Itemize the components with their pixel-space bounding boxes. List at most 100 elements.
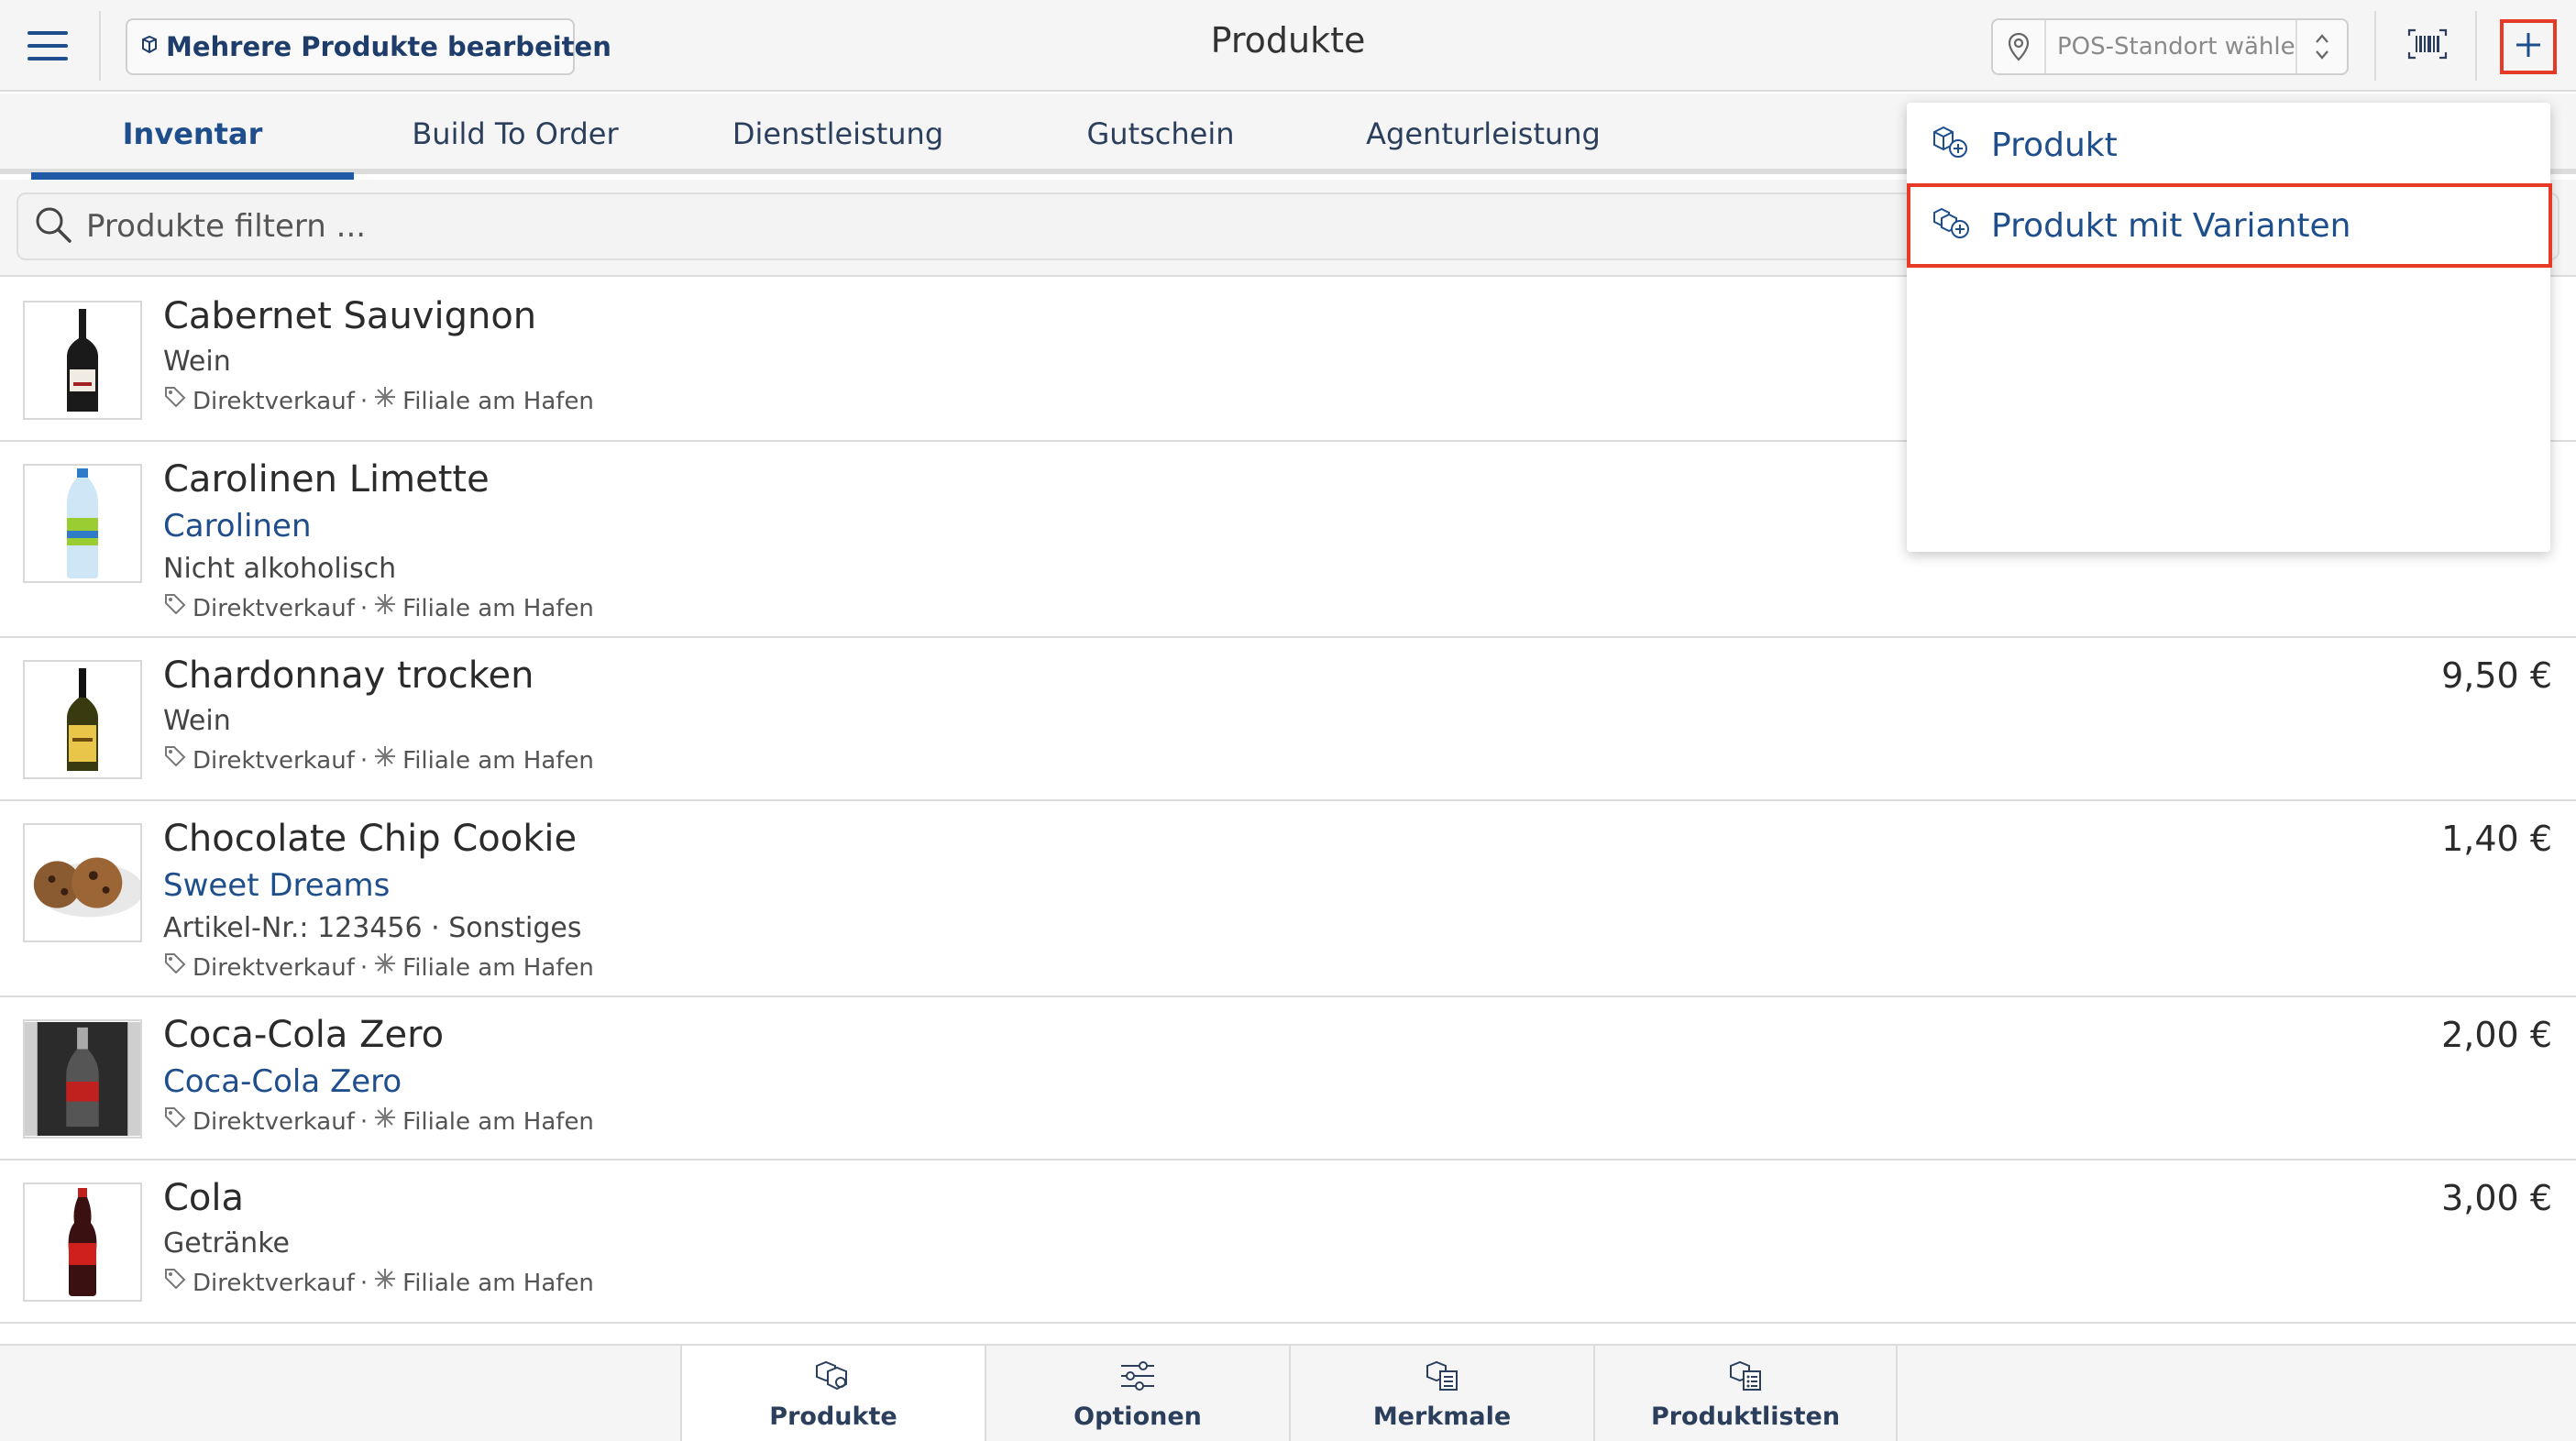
product-brand: Sweet Dreams	[163, 867, 391, 904]
store-icon	[373, 383, 397, 420]
add-product-menu: Produkt Produkt mit Varianten	[1907, 103, 2552, 552]
top-bar: Mehrere Produkte bearbeiten Produkte POS…	[0, 0, 2576, 92]
divider	[2475, 11, 2477, 81]
product-price: 9,50 €	[2441, 655, 2552, 696]
sale-type: Direktverkauf	[193, 1270, 355, 1297]
divider	[99, 11, 101, 81]
product-brand: Carolinen	[163, 508, 312, 544]
tab-build-to-order[interactable]: Build To Order	[354, 94, 677, 174]
store-name: Filiale am Hafen	[402, 954, 594, 982]
tag-icon	[163, 1104, 187, 1140]
product-name: Chardonnay trocken	[163, 654, 534, 697]
product-price: 3,00 €	[2441, 1178, 2552, 1218]
product-row[interactable]: Chardonnay trocken Wein Direktverkauf · …	[0, 638, 2576, 801]
product-add-icon	[1931, 123, 1971, 168]
bottom-nav-label: Merkmale	[1372, 1402, 1512, 1431]
menu-item-produkt-mit-varianten[interactable]: Produkt mit Varianten	[1907, 183, 2552, 268]
separator-dot: ·	[359, 595, 369, 622]
product-meta: Direktverkauf · Filiale am Hafen	[163, 950, 594, 986]
store-name: Filiale am Hafen	[402, 595, 594, 622]
product-row[interactable]: Coca-Cola Zero Coca-Cola Zero Direktverk…	[0, 997, 2576, 1160]
store-name: Filiale am Hafen	[402, 1108, 594, 1136]
product-price: 1,40 €	[2441, 819, 2552, 859]
plus-icon	[2514, 30, 2543, 63]
product-image	[23, 823, 142, 942]
product-category: Getränke	[163, 1227, 290, 1260]
tab-gutschein[interactable]: Gutschein	[999, 94, 1322, 174]
bottom-nav-label: Produkte	[769, 1402, 897, 1431]
barcode-icon	[2407, 28, 2448, 63]
product-meta: Direktverkauf · Filiale am Hafen	[163, 1265, 594, 1302]
tab-agenturleistung[interactable]: Agenturleistung	[1322, 94, 1645, 174]
store-name: Filiale am Hafen	[402, 1270, 594, 1297]
options-icon	[1117, 1358, 1158, 1397]
separator-dot: ·	[359, 747, 369, 775]
tag-icon	[163, 950, 187, 986]
divider	[2374, 11, 2376, 81]
product-image	[23, 464, 142, 583]
product-name: Carolinen Limette	[163, 458, 490, 500]
product-category: Wein	[163, 346, 231, 378]
bottom-navigation: Produkte Optionen Merkmale Produktlisten	[0, 1344, 2576, 1441]
menu-icon-line	[28, 44, 68, 48]
location-pin-icon	[1993, 20, 2046, 73]
product-name: Chocolate Chip Cookie	[163, 818, 578, 860]
sale-type: Direktverkauf	[193, 595, 355, 622]
product-category: Nicht alkoholisch	[163, 553, 397, 585]
product-variants-add-icon	[1931, 204, 1971, 248]
bulk-edit-label: Mehrere Produkte bearbeiten	[166, 31, 611, 62]
menu-item-label: Produkt	[1991, 126, 2118, 164]
separator-dot: ·	[359, 388, 369, 415]
bottom-nav-label: Produktlisten	[1650, 1402, 1841, 1431]
tab-dienstleistung[interactable]: Dienstleistung	[677, 94, 999, 174]
menu-item-produkt[interactable]: Produkt	[1907, 103, 2550, 187]
store-name: Filiale am Hafen	[402, 747, 594, 775]
bottom-nav-produkte[interactable]: Produkte	[680, 1346, 985, 1441]
store-name: Filiale am Hafen	[402, 388, 594, 415]
add-product-button[interactable]	[2500, 19, 2557, 74]
product-category: Wein	[163, 705, 231, 737]
bottom-nav-produktlisten[interactable]: Produktlisten	[1593, 1346, 1898, 1441]
tag-icon	[163, 1265, 187, 1302]
menu-icon-line	[28, 31, 68, 35]
bottom-nav-merkmale[interactable]: Merkmale	[1289, 1346, 1593, 1441]
separator-dot: ·	[359, 1108, 369, 1136]
sale-type: Direktverkauf	[193, 747, 355, 775]
separator-dot: ·	[359, 954, 369, 982]
sale-type: Direktverkauf	[193, 1108, 355, 1136]
page-title: Produkte	[1210, 20, 1366, 60]
attributes-icon	[1422, 1358, 1462, 1397]
product-name: Coca-Cola Zero	[163, 1014, 445, 1056]
hamburger-menu-button[interactable]	[18, 16, 77, 75]
product-brand: Coca-Cola Zero	[163, 1063, 402, 1100]
store-icon	[373, 742, 397, 779]
store-icon	[373, 1265, 397, 1302]
sale-type: Direktverkauf	[193, 954, 355, 982]
product-row[interactable]: Chocolate Chip Cookie Sweet Dreams Artik…	[0, 801, 2576, 997]
barcode-scan-button[interactable]	[2400, 20, 2455, 72]
search-icon	[33, 204, 73, 248]
store-icon	[373, 950, 397, 986]
products-icon	[813, 1358, 853, 1397]
products-icon	[140, 35, 159, 59]
product-image	[23, 1019, 142, 1138]
bottom-nav-optionen[interactable]: Optionen	[985, 1346, 1289, 1441]
sale-type: Direktverkauf	[193, 388, 355, 415]
store-icon	[373, 1104, 397, 1140]
chevron-up-down-icon	[2295, 20, 2347, 73]
bulk-edit-button[interactable]: Mehrere Produkte bearbeiten	[126, 18, 611, 75]
product-row[interactable]: Cola Getränke Direktverkauf · Filiale am…	[0, 1160, 2576, 1324]
product-name: Cabernet Sauvignon	[163, 295, 537, 337]
product-meta: Direktverkauf · Filiale am Hafen	[163, 1104, 594, 1140]
pos-location-select[interactable]: POS-Standort wählen...	[1991, 18, 2349, 75]
product-meta: Direktverkauf · Filiale am Hafen	[163, 742, 594, 779]
tag-icon	[163, 590, 187, 627]
product-lists-icon	[1725, 1358, 1766, 1397]
product-meta: Direktverkauf · Filiale am Hafen	[163, 383, 594, 420]
tag-icon	[163, 383, 187, 420]
tab-inventar[interactable]: Inventar	[31, 94, 354, 180]
product-image	[23, 301, 142, 420]
product-meta: Direktverkauf · Filiale am Hafen	[163, 590, 594, 627]
pos-select-placeholder: POS-Standort wählen...	[2057, 33, 2295, 60]
menu-item-label: Produkt mit Varianten	[1991, 206, 2351, 245]
